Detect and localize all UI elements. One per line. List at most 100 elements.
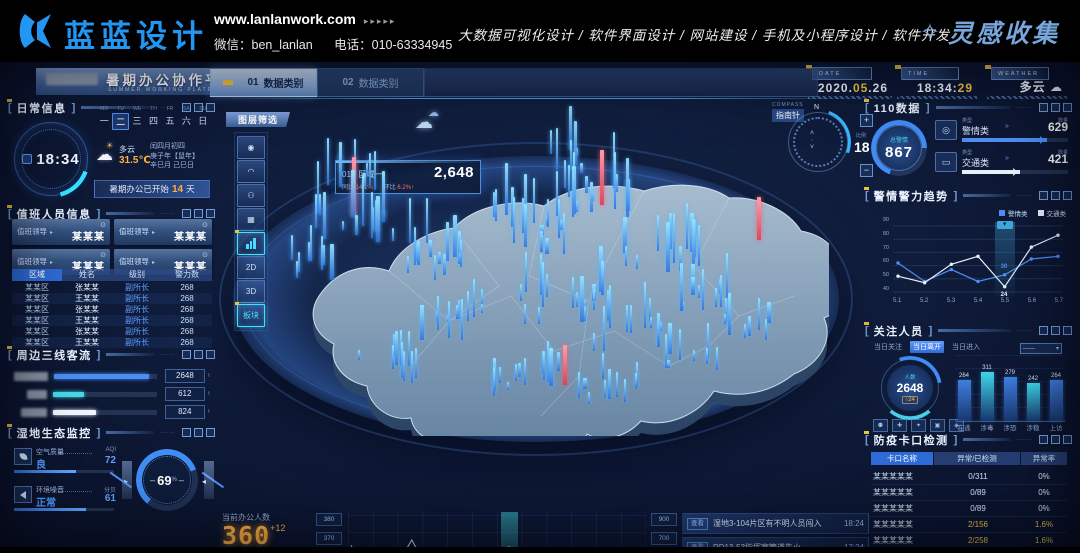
tab-data-category-02[interactable]: 02数据类别 (317, 68, 424, 97)
map-3d-area[interactable]: ☁☁ 01 / 区域一 2,648 同比 14.1%↑ 环比 6.2%↑ COM… (215, 98, 865, 450)
panel-expand-icon[interactable] (206, 350, 215, 359)
bar[interactable] (1050, 380, 1063, 421)
category-value: 629 (1048, 120, 1068, 134)
week-day[interactable]: 六 (178, 113, 194, 130)
signal-icon[interactable]: ◠ (237, 160, 265, 183)
building-icon[interactable]: ▦ (237, 208, 265, 231)
panel-expand-icon[interactable] (1063, 435, 1072, 444)
tab-watch-today[interactable]: 当日关注 (871, 341, 905, 353)
data-spike (673, 213, 675, 263)
gauge-right-slider (204, 461, 214, 499)
zoom-out-button[interactable]: − (860, 164, 873, 177)
x-tick: 5.4 (974, 298, 982, 304)
panel-pin-icon[interactable] (194, 350, 203, 359)
duty-card[interactable]: 值班领导▸⊙某某某 (114, 219, 212, 245)
panel-expand-icon[interactable] (206, 209, 215, 218)
watch-icon-1[interactable]: ⚉ (873, 419, 888, 432)
alarm-icon: ◎ (935, 120, 957, 140)
contact-line: 微信：ben_lanlan 电话：010-63334945 (214, 34, 470, 53)
data-spike (626, 158, 630, 217)
people-icon[interactable]: ⚇ (237, 184, 265, 207)
bar[interactable] (958, 380, 971, 421)
panel-close-icon[interactable] (182, 428, 191, 437)
data-spike (473, 279, 475, 317)
week-day[interactable]: 二 (112, 113, 128, 130)
watch-icon-3[interactable]: ✦ (911, 419, 926, 432)
duty-card[interactable]: 值班领导▸⊙某某某 (12, 219, 110, 245)
panel-expand-icon[interactable] (1063, 191, 1072, 200)
bar-chart-icon[interactable] (237, 232, 265, 255)
zoom-in-button[interactable]: + (860, 114, 873, 127)
data-spike (453, 215, 457, 257)
leaf-icon (14, 448, 32, 465)
inspiration-badge: ✧ 灵感收集 (920, 14, 1060, 50)
panel-expand-icon[interactable] (206, 428, 215, 437)
panel-close-icon[interactable] (1039, 191, 1048, 200)
panel-pin-icon[interactable] (1051, 191, 1060, 200)
progress-track (962, 170, 1068, 174)
panel-close-icon[interactable] (182, 350, 191, 359)
panel-pin-icon[interactable] (194, 428, 203, 437)
checkpoint-row: 某某某某某0/890% (871, 485, 1067, 501)
right-axis-value[interactable]: 700 (651, 532, 677, 545)
panel-close-icon[interactable] (1039, 326, 1048, 335)
censored-label (21, 408, 47, 417)
bar-value: 242 (1028, 376, 1038, 382)
y-tick: 70 (873, 246, 889, 251)
panel-expand-icon[interactable] (1063, 103, 1072, 112)
bar[interactable] (1027, 383, 1040, 421)
week-day[interactable]: 四 (145, 113, 161, 130)
bar-column: 264 (955, 373, 973, 421)
tab-data-category-01[interactable]: 01数据类别 (210, 68, 317, 97)
panel-close-icon[interactable] (182, 209, 191, 218)
panel-close-icon[interactable] (1039, 435, 1048, 444)
cell: 王某某 (62, 293, 112, 304)
camera-icon[interactable]: ◉ (237, 136, 265, 159)
data-spike (540, 231, 544, 252)
watch-filter-dropdown[interactable]: ——▾ (1020, 343, 1062, 354)
weather-value: 多云 ☁ (1020, 78, 1063, 95)
data-spike (580, 276, 584, 321)
services-text: 大数据可视化设计 / 软件界面设计 / 网站建设 / 手机及小程序设计 / 软件… (458, 24, 950, 44)
compass-dial[interactable] (788, 112, 848, 172)
mode-2d[interactable]: 2D (237, 256, 265, 279)
data-spike (358, 350, 360, 359)
watch-icon-2[interactable]: ✚ (892, 419, 907, 432)
panel-expand-icon[interactable] (1063, 326, 1072, 335)
data-spike (415, 348, 417, 378)
data-spike (593, 289, 595, 311)
bar[interactable] (981, 372, 994, 421)
cell: 某某区 (12, 304, 62, 315)
view-button[interactable]: 查看 (687, 518, 708, 530)
bar[interactable] (1004, 377, 1017, 421)
week-day[interactable]: 日 (195, 113, 211, 130)
office-y-tick[interactable]: 370 (316, 532, 342, 545)
tab-entered-today[interactable]: 当日进入 (949, 341, 983, 353)
week-day[interactable]: 三 (129, 113, 145, 130)
panel-pin-icon[interactable] (1051, 326, 1060, 335)
flow-track (53, 410, 157, 415)
right-axis-value[interactable]: 900 (651, 513, 677, 526)
panel-110-data: [110数据]····· 总警情867 ◎类型数量警情类»629▭类型数量交通类… (865, 100, 1072, 186)
flow-fill (53, 410, 97, 415)
panel-pin-icon[interactable] (1051, 435, 1060, 444)
bar-category: 涉稳 (1024, 422, 1042, 432)
panel-close-icon[interactable] (1039, 103, 1048, 112)
office-y-tick[interactable]: 380 (316, 513, 342, 526)
mode-plate[interactable]: 板块 (237, 304, 265, 327)
data-spike (585, 176, 589, 193)
watch-icon-4[interactable]: ▣ (930, 419, 945, 432)
panel-pin-icon[interactable] (1051, 103, 1060, 112)
view-button[interactable]: 查看 (687, 542, 708, 548)
tab-left-today[interactable]: 当日离开 (910, 341, 944, 353)
data-spike (556, 128, 558, 170)
week-day[interactable]: 一 (96, 113, 112, 130)
week-day[interactable]: 五 (162, 113, 178, 130)
y-tick: 90 (873, 218, 889, 223)
checkpoint-row: 某某某某某0/3110% (871, 469, 1067, 485)
mode-3d[interactable]: 3D (237, 280, 265, 303)
panel-pin-icon[interactable] (194, 209, 203, 218)
flow-row: 2648↿ (14, 369, 211, 383)
header-cell: 姓名 (62, 269, 112, 281)
panel-title: 关注人员 (874, 323, 924, 339)
